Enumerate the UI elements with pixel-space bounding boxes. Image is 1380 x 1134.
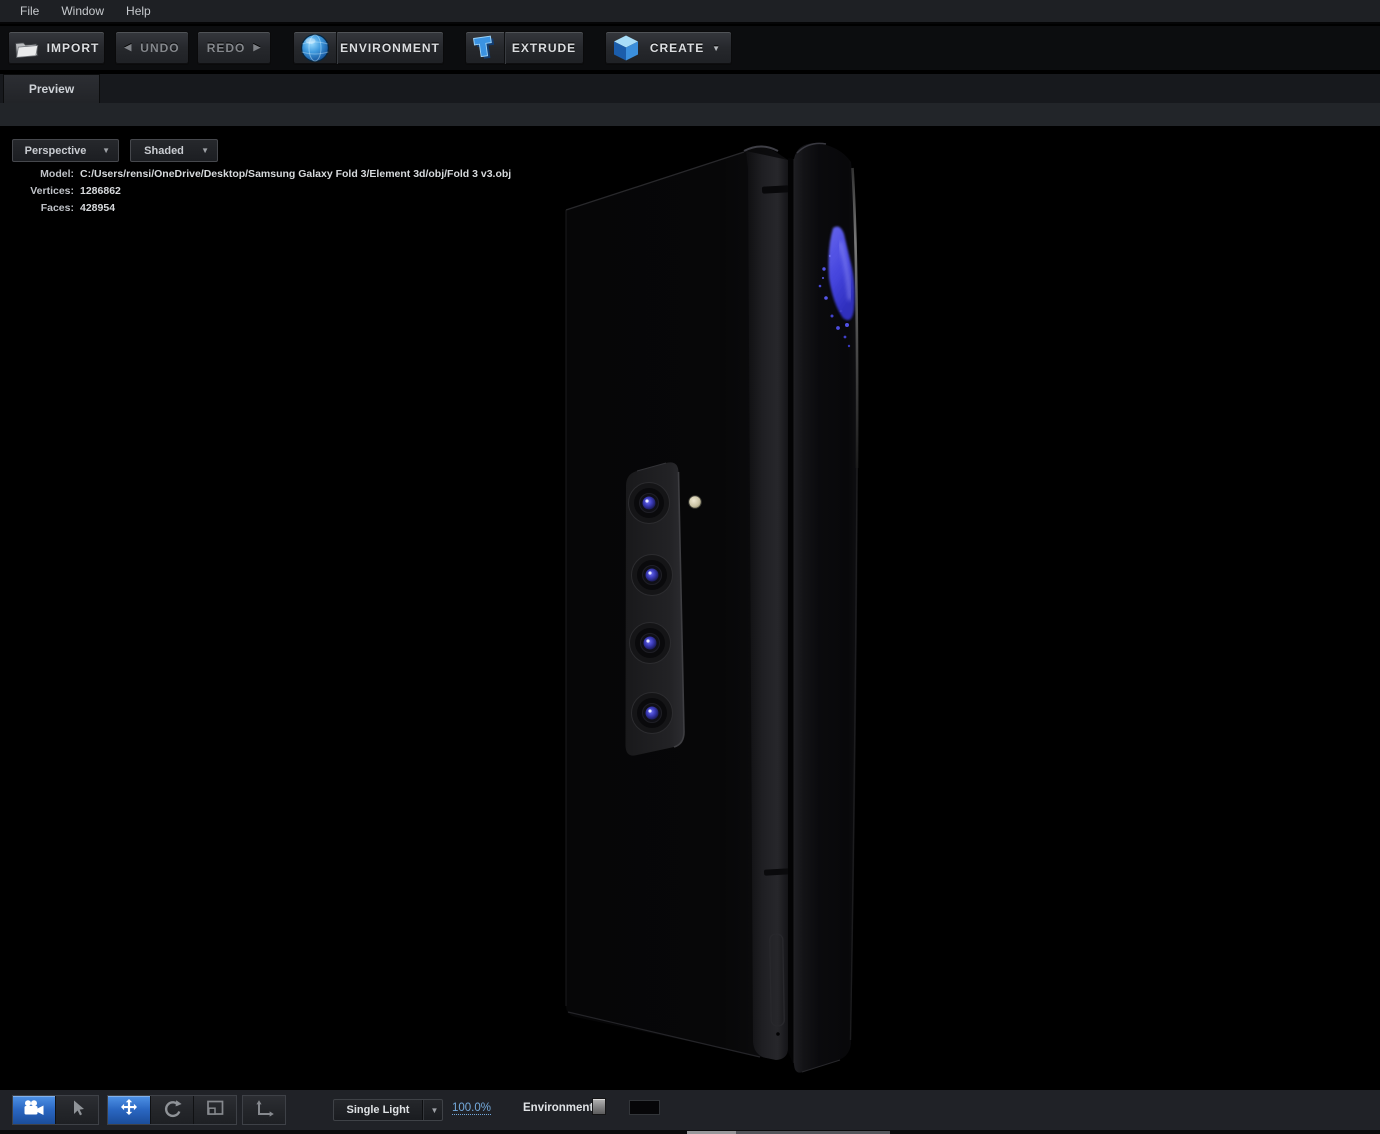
main-toolbar: IMPORT ◀ UNDO REDO ▶ ENVIRONMENT EXTRUDE… [0, 26, 1380, 72]
preview-viewport[interactable]: Perspective ▼ Shaded ▼ Model: C:/Users/r… [0, 128, 1380, 1089]
preview-scale-value[interactable]: 100.0% [452, 1102, 492, 1115]
environment-button-label: ENVIRONMENT [340, 41, 440, 55]
create-button-label: CREATE [649, 41, 705, 55]
create-caret-icon: ▼ [712, 43, 721, 53]
extrude-button[interactable]: EXTRUDE [465, 31, 584, 65]
menu-window[interactable]: Window [50, 4, 115, 18]
redo-arrow-icon: ▶ [253, 41, 262, 52]
axes-tool-group [242, 1095, 286, 1125]
region-tool-button[interactable] [194, 1096, 236, 1124]
move-tool-button[interactable] [108, 1096, 150, 1124]
import-label: IMPORT [46, 41, 100, 55]
create-button[interactable]: CREATE ▼ [605, 31, 732, 65]
cursor-icon [68, 1099, 86, 1122]
tab-bar: Preview [0, 74, 1380, 103]
undo-button[interactable]: ◀ UNDO [115, 31, 189, 65]
extrude-button-label: EXTRUDE [511, 41, 577, 55]
environment-checkbox[interactable] [592, 1098, 606, 1115]
redo-button[interactable]: REDO ▶ [197, 31, 271, 65]
undo-label: UNDO [140, 41, 180, 55]
redo-label: REDO [206, 41, 246, 55]
rotate-tool-button[interactable] [151, 1096, 193, 1124]
camera-tool-button[interactable] [13, 1096, 55, 1124]
tab-preview[interactable]: Preview [3, 74, 100, 103]
select-tool-button[interactable] [56, 1096, 98, 1124]
undo-arrow-icon: ◀ [124, 41, 133, 52]
preview-sub-toolbar [0, 103, 1380, 127]
rotate-icon [161, 1098, 183, 1123]
tab-preview-label: Preview [28, 82, 75, 96]
region-icon [204, 1099, 226, 1122]
globe-icon [294, 33, 336, 63]
light-mode-dropdown[interactable]: Single Light ▼ [333, 1099, 443, 1121]
element3d-scene-setup-window: File Window Help IMPORT ◀ UNDO REDO ▶ EN… [0, 0, 1380, 1134]
axes-icon [253, 1098, 276, 1123]
environment-button[interactable]: ENVIRONMENT [293, 31, 444, 65]
horizontal-scrollbar [0, 1130, 1380, 1134]
chevron-down-icon: ▼ [422, 1100, 442, 1120]
cube-icon [606, 33, 646, 63]
phone-3d-model [565, 142, 859, 1073]
extrude-t-icon [466, 33, 504, 63]
light-mode-value: Single Light [346, 1104, 410, 1116]
view-tool-group [12, 1095, 99, 1125]
bottom-toolbar: Single Light ▼ 100.0% Environment [0, 1089, 1380, 1130]
folder-icon [14, 39, 39, 58]
menu-bar: File Window Help [0, 0, 1380, 24]
import-button[interactable]: IMPORT [8, 31, 105, 65]
move-icon [118, 1097, 140, 1124]
camera-icon [23, 1099, 45, 1122]
environment-color-swatch[interactable] [629, 1100, 660, 1115]
menu-file[interactable]: File [9, 4, 50, 18]
menu-help[interactable]: Help [115, 4, 162, 18]
axes-tool-button[interactable] [243, 1096, 285, 1124]
transform-tool-group [107, 1095, 237, 1125]
environment-toggle-label: Environment [523, 1102, 594, 1114]
